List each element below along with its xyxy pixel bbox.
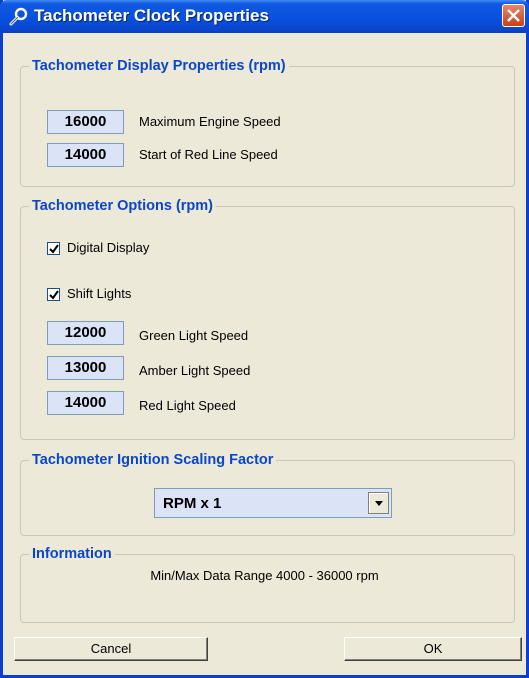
- cancel-button[interactable]: Cancel: [14, 637, 208, 661]
- max-engine-speed-input[interactable]: 16000: [47, 110, 124, 134]
- checkmark-icon: [49, 290, 59, 300]
- shift-lights-checkbox[interactable]: Shift Lights: [47, 286, 207, 304]
- scaling-factor-value: RPM x 1: [163, 495, 222, 512]
- scaling-factor-select[interactable]: RPM x 1: [154, 488, 392, 518]
- green-light-speed-label: Green Light Speed: [139, 328, 249, 343]
- ok-button[interactable]: OK: [344, 637, 522, 661]
- digital-display-checkbox-box[interactable]: [47, 242, 60, 255]
- red-line-speed-label: Start of Red Line Speed: [139, 147, 278, 162]
- display-properties-legend: Tachometer Display Properties (rpm): [32, 58, 286, 74]
- amber-light-speed-label: Amber Light Speed: [139, 363, 251, 378]
- checkmark-icon: [49, 244, 59, 254]
- title-bar[interactable]: Tachometer Clock Properties: [0, 0, 529, 33]
- information-group: Information: [20, 546, 515, 623]
- digital-display-label: Digital Display: [67, 240, 150, 255]
- chevron-down-icon: [375, 501, 383, 506]
- shift-lights-checkbox-box[interactable]: [47, 288, 60, 301]
- scaling-dropdown-button[interactable]: [368, 492, 389, 514]
- red-light-speed-input[interactable]: 14000: [47, 391, 124, 415]
- digital-display-checkbox[interactable]: Digital Display: [47, 240, 207, 258]
- tachometer-options-legend: Tachometer Options (rpm): [32, 198, 213, 214]
- close-button[interactable]: [502, 4, 525, 27]
- amber-light-speed-input[interactable]: 13000: [47, 356, 124, 380]
- wrench-icon: [8, 7, 28, 27]
- close-icon: [507, 9, 520, 22]
- red-light-speed-label: Red Light Speed: [139, 398, 236, 413]
- max-engine-speed-label: Maximum Engine Speed: [139, 114, 281, 129]
- data-range-text: Min/Max Data Range 4000 - 36000 rpm: [150, 568, 379, 583]
- window-title: Tachometer Clock Properties: [34, 6, 269, 25]
- ignition-scaling-legend: Tachometer Ignition Scaling Factor: [32, 452, 274, 468]
- information-legend: Information: [32, 546, 112, 562]
- green-light-speed-input[interactable]: 12000: [47, 321, 124, 345]
- dialog-window: Tachometer Clock Properties Tachometer D…: [0, 0, 529, 678]
- red-line-speed-input[interactable]: 14000: [47, 143, 124, 167]
- shift-lights-label: Shift Lights: [67, 286, 132, 301]
